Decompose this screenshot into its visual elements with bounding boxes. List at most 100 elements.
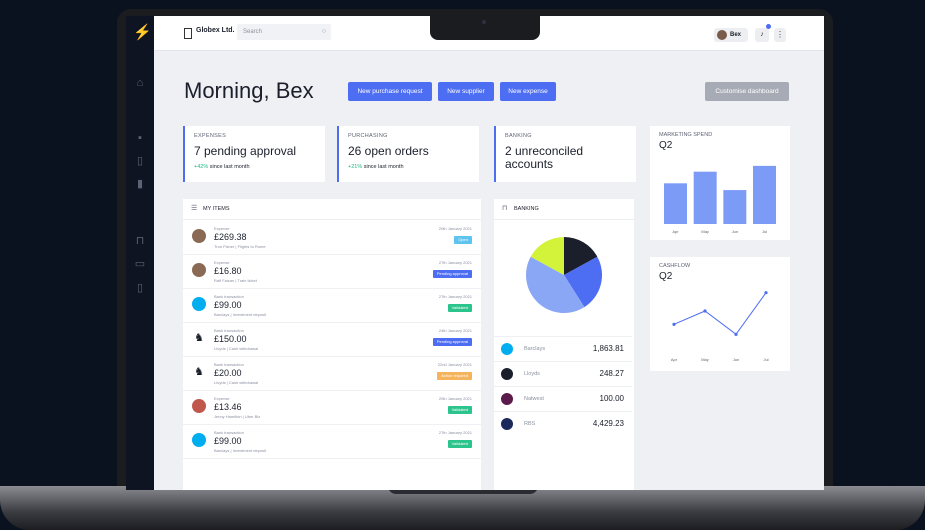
banking-pie-chart (526, 237, 602, 313)
item-amount: £20.00 (214, 368, 242, 378)
x-tick-label: Apr (671, 357, 678, 362)
camera (482, 20, 486, 24)
banking-card[interactable]: BANKING 2 unreconciled accounts (494, 126, 636, 182)
bank-account-row[interactable]: Barclays 1,863.81 (494, 336, 632, 361)
card-icon[interactable]: ▭ (133, 257, 147, 271)
change-text: since last month (209, 164, 250, 170)
banking-panel: ⊓ BANKING Barclays 1,863.81 Lloyds 248.27 Na… (494, 199, 634, 490)
x-tick-label: May (701, 229, 709, 234)
search-icon: ○ (321, 28, 326, 35)
my-items-panel: ☰ MY ITEMS Expense £269.38 Tron Fisher | F… (183, 199, 481, 490)
status-badge: Validated (447, 406, 472, 414)
change-percent: +42% (194, 164, 209, 170)
bank-logo-icon (501, 368, 513, 380)
card-value: 7 pending approval (194, 144, 297, 158)
bank-name: Lloyds (524, 371, 540, 377)
avatar (192, 399, 206, 413)
item-description: Lloyds | Cash withdrawal (214, 380, 259, 385)
receipt-icon[interactable]: ▯ (133, 281, 147, 295)
item-type: Bank transaction (214, 294, 244, 299)
bank-account-row[interactable]: Natwest 100.00 (494, 386, 632, 411)
list-item[interactable]: Expense £16.80 Ralf Faizan | Train ticket 2… (183, 255, 481, 289)
item-type: Expense (214, 226, 230, 231)
bank-balance: 100.00 (599, 394, 624, 403)
item-description: Barclays | Investment deposit (214, 448, 267, 453)
item-type: Bank transaction (214, 362, 244, 367)
list-item[interactable]: Expense £13.46 Jenny Hamilton | Uber Biz 20… (183, 391, 481, 425)
list-item[interactable]: Expense £269.38 Tron Fisher | Flights to R… (183, 221, 481, 255)
bar-apr (664, 183, 687, 224)
page-title: Morning, Bex (184, 78, 314, 103)
avatar (192, 229, 206, 243)
card-label: BANKING (505, 133, 532, 139)
item-description: Barclays | Investment deposit (214, 312, 267, 317)
bank-icon: ⊓ (502, 205, 508, 212)
bank-account-row[interactable]: Lloyds 248.27 (494, 361, 632, 386)
bank-balance: 248.27 (599, 369, 624, 378)
panel-title: MY ITEMS (203, 206, 230, 212)
card-change: +42% since last month (194, 164, 250, 170)
new-supplier-button[interactable]: New supplier (438, 82, 494, 101)
search-input[interactable]: Search ○ (237, 24, 331, 40)
expenses-card[interactable]: EXPENSES 7 pending approval +42% since l… (183, 126, 325, 182)
bank-icon[interactable]: ⊓ (133, 234, 147, 248)
card-label: EXPENSES (194, 133, 227, 139)
item-amount: £13.46 (214, 402, 242, 412)
purchasing-card[interactable]: PURCHASING 26 open orders +21% since las… (337, 126, 479, 182)
new-purchase-request-button[interactable]: New purchase request (348, 82, 432, 101)
bell-icon[interactable]: ♪ (755, 28, 769, 42)
item-amount: £150.00 (214, 334, 247, 344)
bank-account-row[interactable]: RBS 4,429.23 (494, 411, 632, 436)
cashflow-line-chart: Apr May Jun Jul (671, 291, 769, 362)
list-item[interactable]: ♞ Bank transaction £150.00 Lloyds | Cash wi… (183, 323, 481, 357)
x-tick-label: Jun (732, 229, 738, 234)
list-item[interactable]: Bank transaction £99.00 Barclays | Investm… (183, 425, 481, 459)
card-change: +21% since last month (348, 164, 404, 170)
point-apr (672, 322, 676, 326)
x-tick-label: Jul (762, 229, 767, 234)
bar-jul (753, 165, 776, 224)
list-item[interactable]: ♞ Bank transaction £20.00 Lloyds | Cash wit… (183, 357, 481, 391)
bar-may (693, 171, 717, 224)
new-expense-button[interactable]: New expense (500, 82, 556, 101)
document-icon[interactable]: ▯ (133, 154, 147, 168)
item-type: Bank transaction (214, 430, 244, 435)
list-item[interactable]: Bank transaction £99.00 Barclays | Investm… (183, 289, 481, 323)
point-may (703, 309, 707, 313)
item-date: 27th January 2021 (438, 294, 472, 299)
status-badge: Validated (447, 304, 472, 312)
card-value: 26 open orders (348, 144, 429, 158)
card-label: PURCHASING (348, 133, 388, 139)
user-menu[interactable]: Bex (714, 28, 748, 42)
bank-logo-icon (501, 393, 513, 405)
item-date: 22nd January 2021 (437, 362, 472, 367)
more-icon[interactable]: ⋮ (774, 28, 786, 42)
bank-name: RBS (524, 421, 536, 427)
card-value-line2: accounts (505, 157, 554, 171)
lloyds-horse-icon: ♞ (192, 331, 206, 345)
avatar (717, 30, 727, 40)
change-percent: +21% (348, 164, 363, 170)
lightning-logo-icon[interactable]: ⚡ (133, 25, 152, 40)
cashflow-line (673, 292, 767, 336)
item-amount: £16.80 (214, 266, 242, 276)
bank-logo-icon (501, 418, 513, 430)
customise-dashboard-button[interactable]: Customise dashboard (705, 82, 789, 101)
building-icon[interactable]: ▮ (133, 177, 147, 191)
x-tick-label: Jun (733, 357, 739, 362)
list-icon: ☰ (191, 205, 198, 212)
cart-icon[interactable]: ▪ (133, 131, 147, 145)
point-jul (764, 291, 768, 295)
panel-header: ⊓ BANKING (494, 199, 634, 220)
x-tick-label: May (701, 357, 709, 362)
cashflow-card: CASHFLOW Q2 Apr May Jun Jul (650, 257, 790, 371)
building-icon (184, 28, 192, 39)
item-date: 27th January 2021 (438, 430, 472, 435)
company-name[interactable]: Globex Ltd. (196, 27, 235, 34)
marketing-bar-chart: Apr May Jun Jul (664, 165, 776, 234)
point-jun (734, 332, 738, 336)
item-description: Tron Fisher | Flights to Rome (214, 244, 266, 249)
camera-notch (430, 14, 540, 40)
notification-dot (766, 24, 771, 29)
home-icon[interactable]: ⌂ (133, 76, 147, 90)
